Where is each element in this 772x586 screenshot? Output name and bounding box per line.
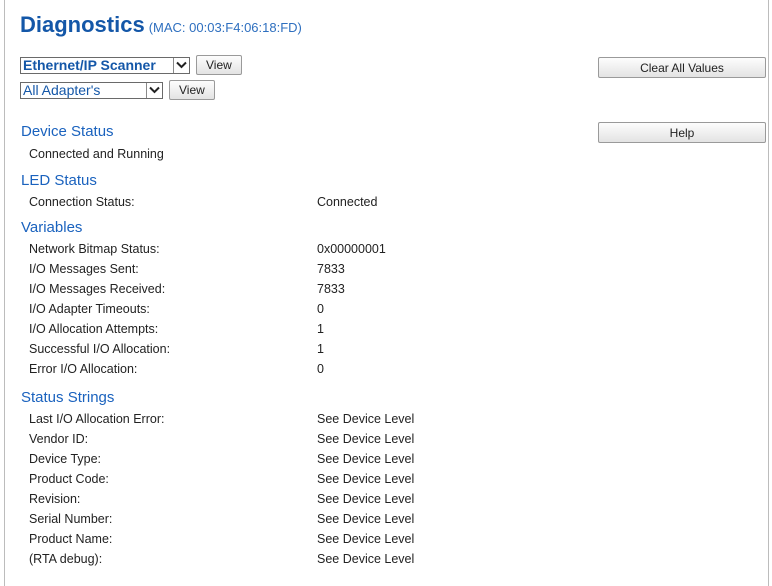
device-status-text: Connected and Running (29, 147, 164, 161)
led-status-heading: LED Status (21, 172, 97, 189)
scanner-view-button[interactable]: View (196, 55, 242, 75)
help-button[interactable]: Help (598, 122, 766, 143)
row-label: Error I/O Allocation: (29, 362, 138, 376)
adapter-select-row: All Adapter's View (20, 80, 215, 100)
scanner-select[interactable]: Ethernet/IP Scanner (20, 56, 190, 74)
diagnostics-panel: Diagnostics (MAC: 00:03:F4:06:18:FD) Ethe… (4, 0, 769, 586)
chevron-down-icon[interactable] (146, 82, 162, 98)
row-value: See Device Level (317, 532, 415, 546)
row-label: I/O Messages Sent: (29, 262, 139, 276)
row-label: Last I/O Allocation Error: (29, 412, 165, 426)
page-title: Diagnostics (MAC: 00:03:F4:06:18:FD) (20, 12, 302, 38)
row-value: 7833 (317, 282, 345, 296)
row-label: Revision: (29, 492, 81, 506)
row-label: I/O Messages Received: (29, 282, 166, 296)
row-value: See Device Level (317, 512, 415, 526)
row-label: Product Code: (29, 472, 109, 486)
row-value: See Device Level (317, 412, 415, 426)
scanner-select-value: Ethernet/IP Scanner (23, 57, 156, 73)
row-value: See Device Level (317, 452, 415, 466)
mac-address: (MAC: 00:03:F4:06:18:FD) (148, 20, 302, 35)
row-value: 0 (317, 302, 324, 316)
row-label: Serial Number: (29, 512, 113, 526)
variables-heading: Variables (21, 219, 83, 236)
row-value: Connected (317, 195, 378, 209)
device-status-heading: Device Status (21, 123, 114, 140)
row-value: 7833 (317, 262, 345, 276)
title-text: Diagnostics (20, 12, 145, 37)
row-label: Vendor ID: (29, 432, 89, 446)
row-label: Network Bitmap Status: (29, 242, 160, 256)
row-label: (RTA debug): (29, 552, 103, 566)
row-value: See Device Level (317, 492, 415, 506)
chevron-down-icon[interactable] (173, 57, 189, 73)
row-label: Connection Status: (29, 195, 135, 209)
row-value: See Device Level (317, 472, 415, 486)
adapter-view-button[interactable]: View (169, 80, 215, 100)
row-value: 1 (317, 342, 324, 356)
row-label: Device Type: (29, 452, 102, 466)
row-label: I/O Adapter Timeouts: (29, 302, 150, 316)
scanner-select-row: Ethernet/IP Scanner View (20, 55, 242, 75)
adapter-select[interactable]: All Adapter's (20, 81, 163, 99)
clear-all-values-button[interactable]: Clear All Values (598, 57, 766, 78)
row-value: 0 (317, 362, 324, 376)
row-label: Successful I/O Allocation: (29, 342, 171, 356)
row-value: 0x00000001 (317, 242, 386, 256)
row-value: See Device Level (317, 552, 415, 566)
status-strings-heading: Status Strings (21, 389, 115, 406)
row-value: See Device Level (317, 432, 415, 446)
row-value: 1 (317, 322, 324, 336)
row-label: I/O Allocation Attempts: (29, 322, 159, 336)
adapter-select-value: All Adapter's (23, 82, 101, 98)
row-label: Product Name: (29, 532, 113, 546)
